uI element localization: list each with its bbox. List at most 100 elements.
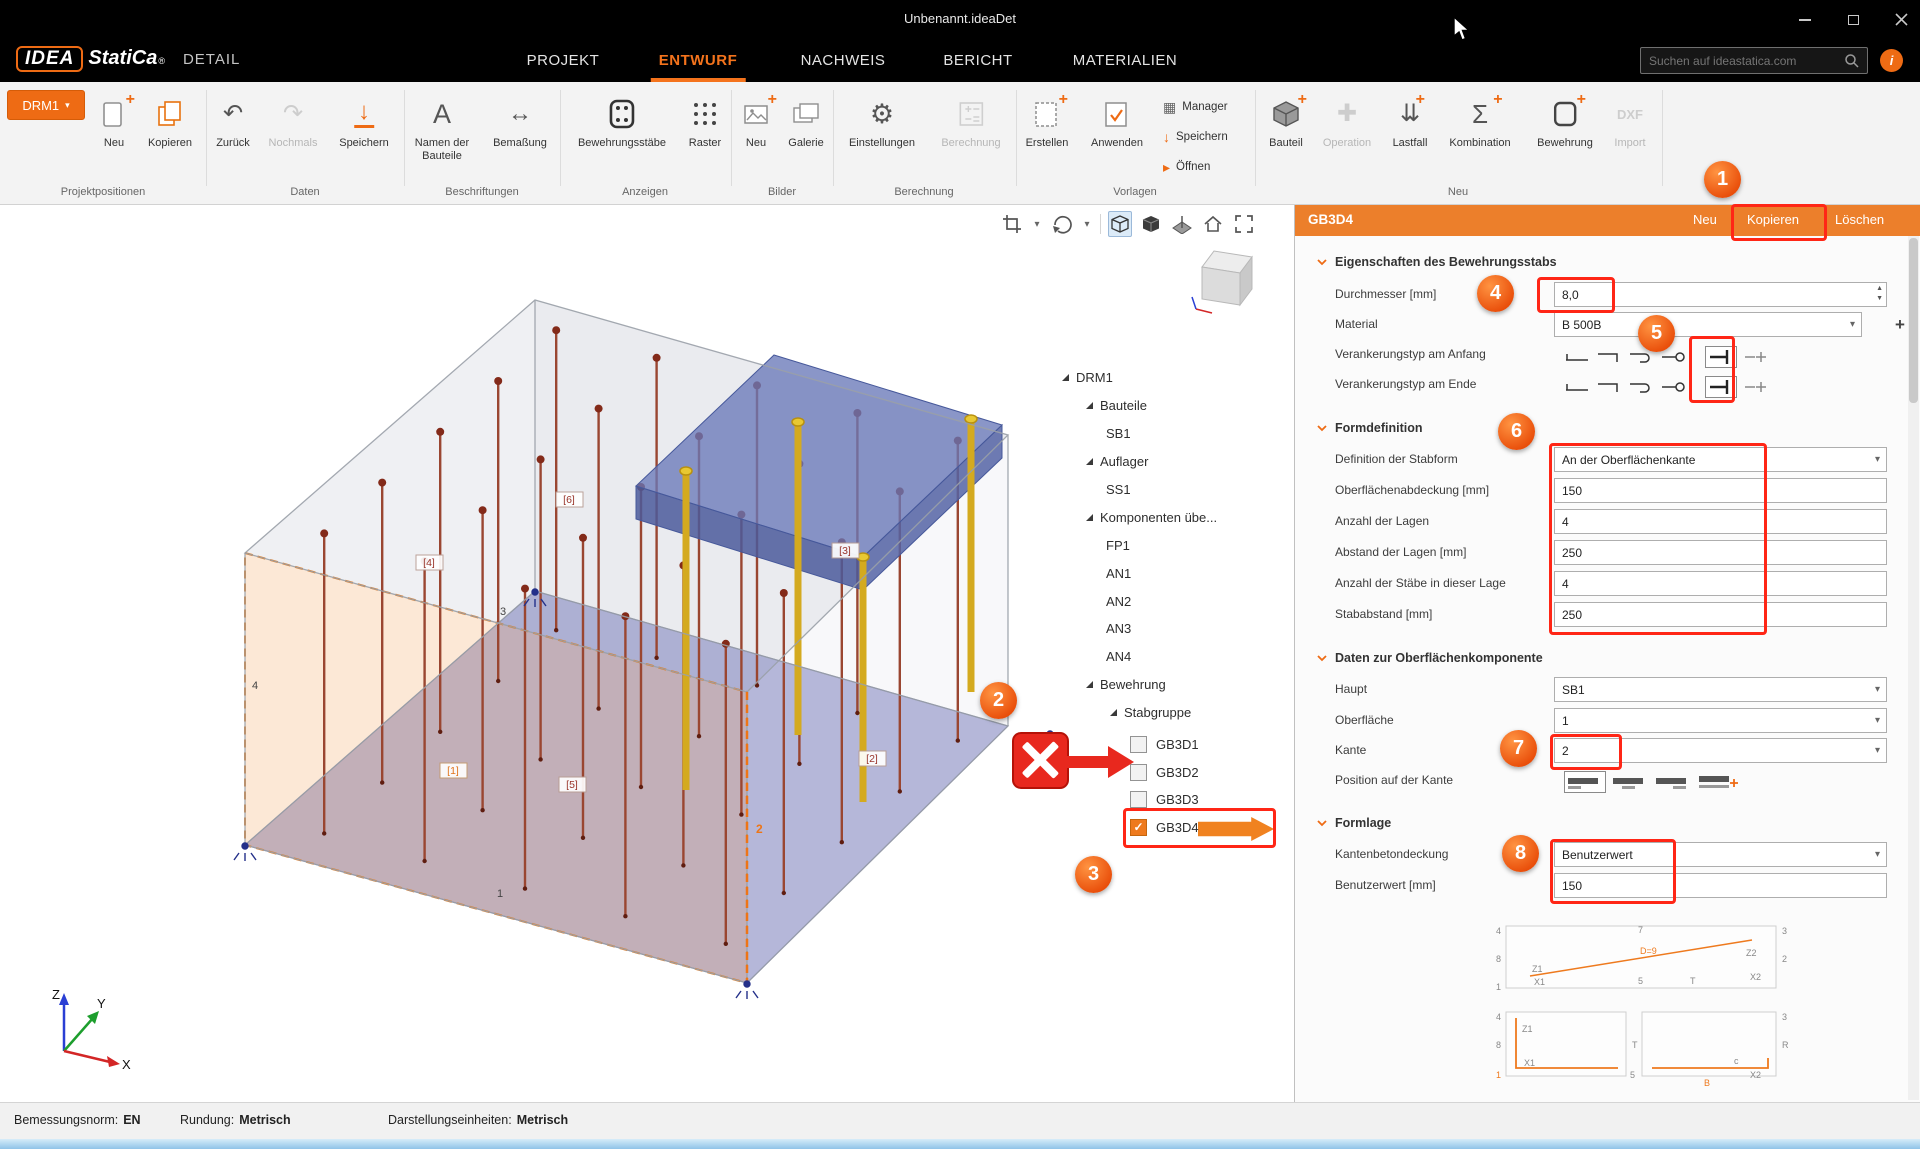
anchor-loop-icon[interactable] bbox=[1660, 379, 1686, 395]
copy-button[interactable]: Kopieren bbox=[1747, 212, 1799, 227]
new-project-position-button[interactable]: + Neu bbox=[91, 94, 137, 150]
project-position-selector[interactable]: DRM1▾ bbox=[7, 90, 85, 120]
tree-item-bewehrung[interactable]: Bewehrung bbox=[1086, 671, 1166, 697]
kantenbetondeckung-dropdown[interactable]: Benutzerwert▾ bbox=[1554, 842, 1887, 867]
scrollbar-thumb[interactable] bbox=[1909, 238, 1918, 403]
add-material-button[interactable]: + bbox=[1895, 315, 1905, 335]
benutzerwert-input[interactable]: 150 bbox=[1554, 873, 1887, 898]
save-button[interactable]: ↓ Speichern bbox=[339, 94, 389, 150]
anchor-hook180-icon[interactable] bbox=[1628, 349, 1654, 365]
delete-button[interactable]: Löschen bbox=[1835, 212, 1884, 227]
checkbox-checked[interactable]: ✓ bbox=[1130, 819, 1147, 836]
maximize-button[interactable] bbox=[1842, 9, 1864, 31]
section-oberflaechenkomponente[interactable]: Daten zur Oberflächenkomponente bbox=[1317, 651, 1543, 665]
member-names-button[interactable]: A Namen der Bauteile bbox=[408, 94, 476, 162]
template-create-button[interactable]: + Erstellen bbox=[1024, 94, 1070, 150]
anchor-head-icon-selected[interactable] bbox=[1705, 376, 1737, 398]
tree-item-gb3d2[interactable]: GB3D2 bbox=[1130, 759, 1199, 785]
template-save-button[interactable]: ↓Speichern bbox=[1163, 126, 1228, 148]
expander-icon[interactable] bbox=[1086, 458, 1093, 465]
tree-item-an2[interactable]: AN2 bbox=[1106, 588, 1131, 614]
anchor-add-icon[interactable] bbox=[1743, 379, 1769, 395]
tree-item-an4[interactable]: AN4 bbox=[1106, 643, 1131, 669]
gallery-button[interactable]: Galerie bbox=[783, 94, 829, 150]
new-picture-button[interactable]: + Neu bbox=[733, 94, 779, 150]
fullscreen-icon[interactable] bbox=[1232, 211, 1256, 237]
tree-item-sb1[interactable]: SB1 bbox=[1106, 420, 1131, 446]
expander-icon[interactable] bbox=[1062, 374, 1069, 381]
stabform-dropdown[interactable]: An der Oberflächenkante▾ bbox=[1554, 447, 1887, 472]
wireframe-view-icon[interactable] bbox=[1108, 211, 1132, 237]
tree-item-stabgruppe[interactable]: Stabgruppe bbox=[1110, 699, 1191, 725]
anchor-add-icon[interactable] bbox=[1743, 349, 1769, 365]
oberflaeche-dropdown[interactable]: 1▾ bbox=[1554, 708, 1887, 733]
new-button[interactable]: Neu bbox=[1693, 212, 1717, 227]
search-input[interactable] bbox=[1649, 54, 1844, 68]
section-view-icon[interactable] bbox=[1170, 211, 1194, 237]
tree-item-ss1[interactable]: SS1 bbox=[1106, 476, 1131, 502]
template-manager-button[interactable]: ▦Manager bbox=[1163, 96, 1228, 118]
edge-position-add-icon[interactable] bbox=[1697, 773, 1741, 791]
copy-position-button[interactable]: Kopieren bbox=[147, 94, 193, 150]
scrollbar[interactable] bbox=[1908, 236, 1919, 1100]
view-cube[interactable] bbox=[1192, 251, 1252, 313]
anchor-head-icon-selected[interactable] bbox=[1705, 346, 1737, 368]
crop-icon[interactable] bbox=[1000, 211, 1024, 237]
new-load-case-button[interactable]: ⇊ Lastfall + bbox=[1387, 94, 1433, 150]
tree-item-an3[interactable]: AN3 bbox=[1106, 615, 1131, 641]
home-view-icon[interactable] bbox=[1201, 211, 1225, 237]
new-reinforcement-button[interactable]: + Bewehrung bbox=[1537, 94, 1593, 150]
anchor-hook180-icon[interactable] bbox=[1628, 379, 1654, 395]
menu-projekt[interactable]: PROJEKT bbox=[519, 39, 608, 82]
stababstand-input[interactable]: 250 bbox=[1554, 602, 1887, 627]
search-box[interactable] bbox=[1640, 47, 1868, 74]
close-button[interactable] bbox=[1890, 9, 1912, 31]
section-formlage[interactable]: Formlage bbox=[1317, 816, 1391, 830]
template-open-button[interactable]: ▸Öffnen bbox=[1163, 156, 1210, 178]
anchor-loop-icon[interactable] bbox=[1660, 349, 1686, 365]
tree-item-an1[interactable]: AN1 bbox=[1106, 560, 1131, 586]
tree-item-fp1[interactable]: FP1 bbox=[1106, 532, 1130, 558]
settings-button[interactable]: ⚙ Einstellungen bbox=[849, 94, 915, 150]
chevron-down-icon[interactable]: ▾ bbox=[1081, 211, 1093, 237]
menu-entwurf[interactable]: ENTWURF bbox=[651, 39, 746, 82]
edge-position-icon[interactable] bbox=[1611, 773, 1649, 791]
section-formdefinition[interactable]: Formdefinition bbox=[1317, 421, 1423, 435]
expander-icon[interactable] bbox=[1086, 514, 1093, 521]
tree-item-gb3d1[interactable]: GB3D1 bbox=[1130, 731, 1199, 757]
tree-item-drm1[interactable]: DRM1 bbox=[1062, 364, 1113, 390]
anchor-hook90-icon[interactable] bbox=[1596, 379, 1622, 395]
oberflaechenabdeckung-input[interactable]: 150 bbox=[1554, 478, 1887, 503]
tree-item-bauteile[interactable]: Bauteile bbox=[1086, 392, 1147, 418]
abstand-lagen-input[interactable]: 250 bbox=[1554, 540, 1887, 565]
template-apply-button[interactable]: Anwenden bbox=[1091, 94, 1143, 150]
anzahl-staebe-input[interactable]: 4 bbox=[1554, 571, 1887, 596]
menu-bericht[interactable]: BERICHT bbox=[935, 39, 1020, 82]
chevron-down-icon[interactable]: ▾ bbox=[1031, 211, 1043, 237]
new-combination-button[interactable]: Σ Kombination + bbox=[1449, 94, 1510, 150]
checkbox[interactable] bbox=[1130, 791, 1147, 808]
edge-position-icon-selected[interactable] bbox=[1564, 771, 1606, 793]
view-rotate-icon[interactable] bbox=[1050, 211, 1074, 237]
info-icon[interactable]: i bbox=[1880, 49, 1903, 72]
haupt-dropdown[interactable]: SB1▾ bbox=[1554, 677, 1887, 702]
tree-item-auflager[interactable]: Auflager bbox=[1086, 448, 1148, 474]
undo-button[interactable]: ↶ Zurück bbox=[210, 94, 256, 150]
durchmesser-input[interactable]: 8,0▲▼ bbox=[1554, 282, 1887, 307]
tree-item-gb3d3[interactable]: GB3D3 bbox=[1130, 786, 1199, 812]
spinner-buttons[interactable]: ▲▼ bbox=[1876, 284, 1883, 304]
solid-view-icon[interactable] bbox=[1139, 211, 1163, 237]
material-dropdown[interactable]: B 500B▾ bbox=[1554, 312, 1862, 337]
section-eigenschaften[interactable]: Eigenschaften des Bewehrungsstabs bbox=[1317, 255, 1557, 269]
expander-icon[interactable] bbox=[1110, 709, 1117, 716]
kante-dropdown[interactable]: 2▾ bbox=[1554, 738, 1887, 763]
expander-icon[interactable] bbox=[1086, 681, 1093, 688]
menu-nachweis[interactable]: NACHWEIS bbox=[793, 39, 894, 82]
tree-item-komponenten[interactable]: Komponenten übe... bbox=[1086, 504, 1217, 530]
dimension-button[interactable]: ↔ Bemaßung bbox=[493, 94, 547, 150]
expander-icon[interactable] bbox=[1086, 402, 1093, 409]
tree-item-gb3d4[interactable]: ✓GB3D4 bbox=[1130, 814, 1199, 840]
3d-viewport[interactable]: 3 4 1 2 [6] [4] [3] [1] [5] [2] Z Y bbox=[0, 205, 1285, 1102]
show-rebar-button[interactable]: Bewehrungsstäbe bbox=[578, 94, 666, 150]
anchor-straight-icon[interactable] bbox=[1564, 379, 1590, 395]
